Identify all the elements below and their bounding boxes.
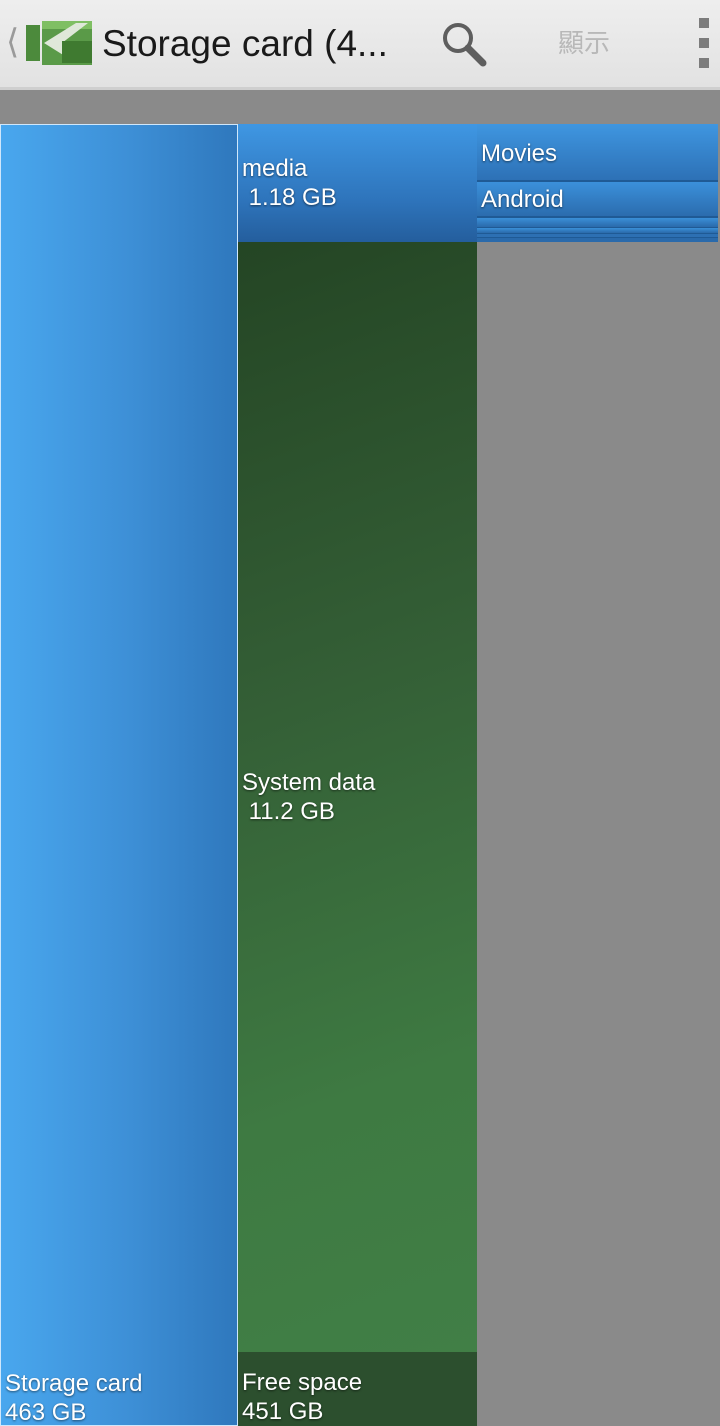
app-logo-icon[interactable] (26, 19, 92, 67)
overflow-menu-icon[interactable] (690, 16, 720, 72)
search-icon[interactable] (438, 18, 490, 70)
display-button[interactable]: 顯示 (548, 24, 620, 64)
tile-name: media (242, 155, 308, 182)
treemap-tile-system-data[interactable]: System data 11.2 GB (238, 242, 477, 1352)
treemap-empty-area (477, 242, 720, 1426)
tile-size: 1.18 GB (242, 184, 337, 211)
tile-size: 463 GB (5, 1399, 87, 1426)
treemap-tile-android[interactable]: Android (477, 182, 718, 218)
tile-name: Storage card (5, 1370, 143, 1397)
treemap-top-margin (0, 90, 720, 124)
action-bar: ⟨ Storage card (4... 顯示 (0, 0, 720, 90)
treemap-tile-free-space[interactable]: Free space 451 GB (238, 1352, 477, 1426)
tile-size: 451 GB (242, 1398, 324, 1425)
tile-size: 11.2 GB (242, 798, 335, 825)
treemap-tile-storage-card[interactable]: Storage card 463 GB (0, 124, 238, 1426)
page-title: Storage card (4... (102, 23, 388, 64)
tile-name: Android (481, 186, 564, 213)
tile-name: Movies (481, 140, 558, 167)
tile-name: System data (242, 769, 376, 796)
treemap-tile-small-folder[interactable] (477, 218, 718, 228)
tile-name: Free space (242, 1369, 363, 1396)
treemap-tile-movies[interactable]: Movies (477, 124, 718, 182)
chevron-left-icon[interactable]: ⟨ (6, 22, 19, 62)
disk-usage-screen: ⟨ Storage card (4... 顯示 Storage card 463… (0, 0, 720, 1426)
treemap-tile-media[interactable]: media 1.18 GB (238, 124, 477, 242)
